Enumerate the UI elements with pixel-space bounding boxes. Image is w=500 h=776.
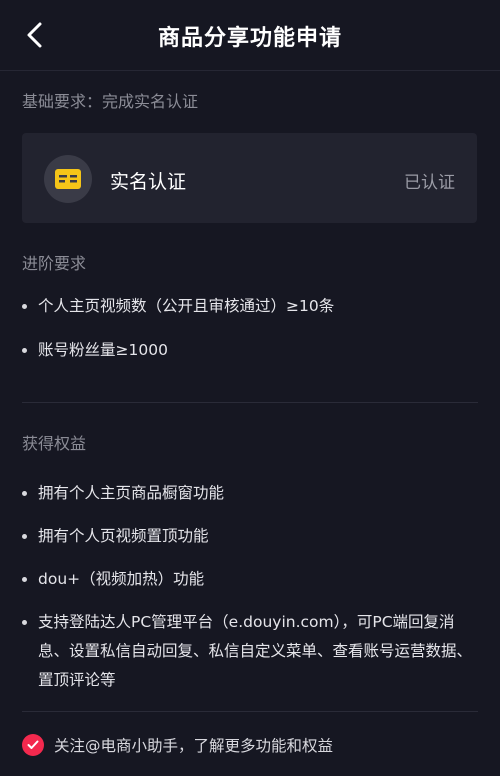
follow-text: 关注@电商小助手，了解更多功能和权益: [54, 737, 334, 755]
id-card-icon-wrap: [44, 155, 92, 203]
checkmark-icon[interactable]: [22, 734, 44, 756]
header-bar: 商品分享功能申请: [0, 0, 500, 71]
benefits-label: 获得权益: [22, 434, 87, 453]
follow-assistant-checkbox[interactable]: 关注@电商小助手，了解更多功能和权益: [22, 734, 333, 756]
list-item: 支持登陆达人PC管理平台（e.douyin.com），可PC端回复消息、设置私信…: [22, 608, 478, 695]
status-badge: 已认证: [404, 173, 455, 193]
divider: [22, 711, 478, 712]
id-card-icon: [55, 169, 81, 189]
advanced-requirement-label: 进阶要求: [22, 254, 87, 273]
list-item: 拥有个人页视频置顶功能: [22, 522, 478, 551]
list-item: 拥有个人主页商品橱窗功能: [22, 479, 478, 508]
divider: [22, 402, 478, 403]
basic-requirement-label: 基础要求：完成实名认证: [22, 92, 199, 111]
real-name-auth-card[interactable]: 实名认证 已认证: [22, 133, 477, 223]
list-item: 个人主页视频数（公开且审核通过）≥10条: [22, 292, 478, 321]
list-item: 账号粉丝量≥1000: [22, 336, 478, 365]
page-title: 商品分享功能申请: [157, 26, 342, 51]
list-item: dou+（视频加热）功能: [22, 565, 478, 594]
card-title: 实名认证: [110, 171, 187, 193]
